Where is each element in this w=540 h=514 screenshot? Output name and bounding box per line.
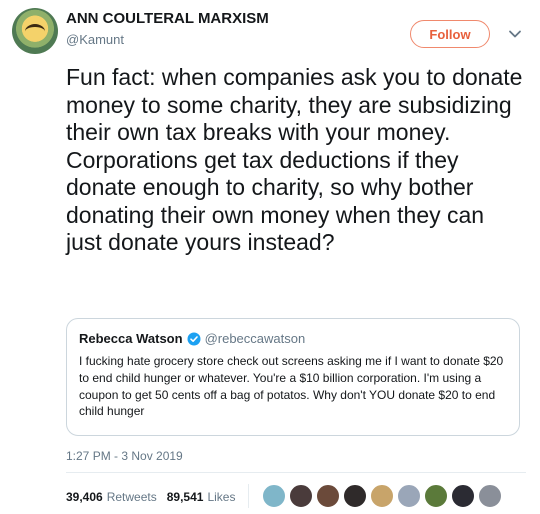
liker-avatars xyxy=(262,484,505,508)
quoted-author-handle: @rebeccawatson xyxy=(204,331,306,346)
liker-avatar[interactable] xyxy=(424,484,448,508)
verified-badge-icon xyxy=(187,332,201,346)
author-avatar[interactable] xyxy=(12,8,58,54)
follow-button[interactable]: Follow xyxy=(410,20,490,48)
retweets-count[interactable]: 39,406 xyxy=(66,490,103,504)
author-name[interactable]: ANN COULTERAL MARXISM xyxy=(66,10,269,27)
tweet-stats: 39,406 Retweets 89,541 Likes xyxy=(66,490,245,504)
quoted-text: I fucking hate grocery store check out s… xyxy=(79,354,504,419)
quoted-tweet[interactable]: Rebecca Watson @rebeccawatson I fucking … xyxy=(66,318,520,436)
retweets-label[interactable]: Retweets xyxy=(107,490,157,504)
liker-avatar[interactable] xyxy=(343,484,367,508)
stats-separator xyxy=(248,484,249,508)
tweet-text: Fun fact: when companies ask you to dona… xyxy=(66,64,523,255)
liker-avatar[interactable] xyxy=(262,484,286,508)
quoted-author-name: Rebecca Watson xyxy=(79,331,183,346)
tweet-card: ANN COULTERAL MARXISM @Kamunt Follow Fun… xyxy=(0,0,540,514)
liker-avatar[interactable] xyxy=(289,484,313,508)
author-handle[interactable]: @Kamunt xyxy=(66,32,124,47)
liker-avatar[interactable] xyxy=(451,484,475,508)
likes-label[interactable]: Likes xyxy=(207,490,235,504)
liker-avatar[interactable] xyxy=(397,484,421,508)
divider xyxy=(66,472,526,473)
tweet-timestamp[interactable]: 1:27 PM - 3 Nov 2019 xyxy=(66,449,183,463)
liker-avatar[interactable] xyxy=(316,484,340,508)
quoted-header: Rebecca Watson @rebeccawatson xyxy=(79,331,507,347)
likes-count[interactable]: 89,541 xyxy=(167,490,204,504)
chevron-down-icon[interactable] xyxy=(505,24,525,44)
liker-avatar[interactable] xyxy=(370,484,394,508)
liker-avatar[interactable] xyxy=(478,484,502,508)
